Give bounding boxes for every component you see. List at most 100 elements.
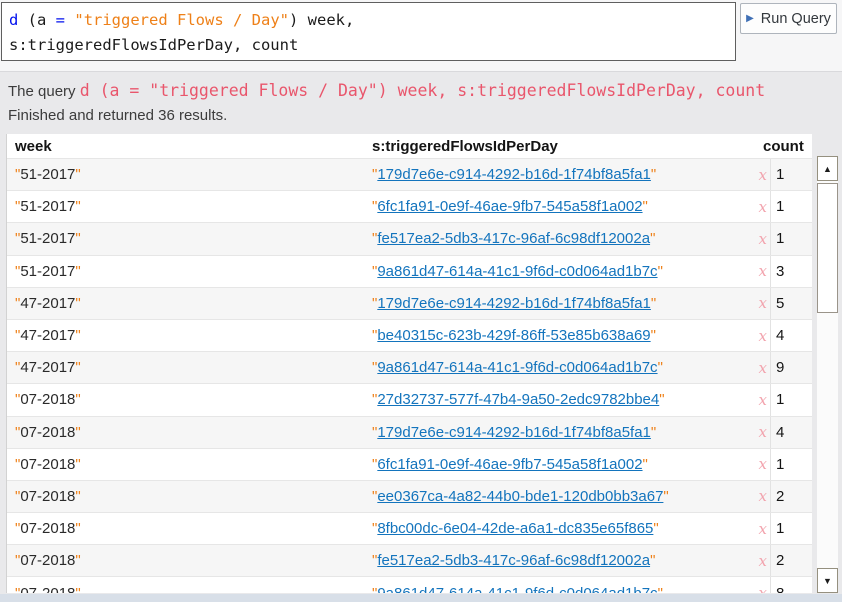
flow-id-cell: "27d32737-577f-47b4-9a50-2edc9782bbe4" — [370, 391, 745, 408]
count-value: 1 — [770, 159, 784, 190]
scroll-down-button[interactable]: ▼ — [817, 568, 838, 593]
table-row: "07-2018" "fe517ea2-5db3-417c-96af-6c98d… — [7, 544, 812, 576]
quote-mark: " — [658, 585, 663, 593]
numeric-type-x-icon: x — [745, 320, 767, 351]
week-cell: "07-2018" — [7, 520, 370, 537]
count-value: 1 — [770, 449, 784, 480]
numeric-type-x-icon: x — [745, 288, 767, 319]
week-cell: "51-2017" — [7, 166, 370, 183]
count-cell: x1 — [745, 384, 812, 415]
count-value: 1 — [770, 223, 784, 254]
scroll-up-button[interactable]: ▲ — [817, 156, 838, 181]
quote-mark: " — [651, 424, 656, 441]
numeric-type-x-icon: x — [745, 352, 767, 383]
week-value: 47-2017 — [20, 295, 75, 312]
status-result-line: Finished and returned 36 results. — [8, 104, 842, 128]
table-row: "51-2017" "fe517ea2-5db3-417c-96af-6c98d… — [7, 222, 812, 254]
table-row: "07-2018" "179d7e6e-c914-4292-b16d-1f74b… — [7, 416, 812, 448]
count-cell: x4 — [745, 320, 812, 351]
table-row: "07-2018" "6fc1fa91-0e9f-46ae-9fb7-545a5… — [7, 448, 812, 480]
count-cell: x3 — [745, 256, 812, 287]
flow-id-cell: "179d7e6e-c914-4292-b16d-1f74bf8a5fa1" — [370, 166, 745, 183]
table-header-row: week s:triggeredFlowsIdPerDay count — [7, 134, 812, 158]
week-cell: "07-2018" — [7, 456, 370, 473]
week-cell: "51-2017" — [7, 198, 370, 215]
count-value: 4 — [770, 320, 784, 351]
query-editor[interactable]: d (a = "triggered Flows / Day") week, s:… — [1, 2, 736, 61]
flow-id-link[interactable]: 27d32737-577f-47b4-9a50-2edc9782bbe4 — [377, 391, 659, 408]
flow-id-link[interactable]: 179d7e6e-c914-4292-b16d-1f74bf8a5fa1 — [377, 295, 651, 312]
quote-mark: " — [75, 166, 80, 183]
flow-id-link[interactable]: be40315c-623b-429f-86ff-53e85b638a69 — [377, 327, 650, 344]
flow-id-cell: "9a861d47-614a-41c1-9f6d-c0d064ad1b7c" — [370, 359, 745, 376]
quote-mark: " — [651, 166, 656, 183]
quote-mark: " — [75, 327, 80, 344]
week-cell: "07-2018" — [7, 488, 370, 505]
week-cell: "47-2017" — [7, 327, 370, 344]
quote-mark: " — [75, 520, 80, 537]
flow-id-link[interactable]: 179d7e6e-c914-4292-b16d-1f74bf8a5fa1 — [377, 424, 651, 441]
numeric-type-x-icon: x — [745, 513, 767, 544]
week-value: 07-2018 — [20, 424, 75, 441]
flow-id-link[interactable]: 9a861d47-614a-41c1-9f6d-c0d064ad1b7c — [377, 585, 657, 593]
flow-id-link[interactable]: 6fc1fa91-0e9f-46ae-9fb7-545a58f1a002 — [377, 456, 642, 473]
count-cell: x8 — [745, 577, 812, 593]
table-row: "07-2018" "9a861d47-614a-41c1-9f6d-c0d06… — [7, 576, 812, 593]
flow-id-cell: "be40315c-623b-429f-86ff-53e85b638a69" — [370, 327, 745, 344]
count-value: 8 — [770, 577, 784, 593]
week-cell: "07-2018" — [7, 391, 370, 408]
quote-mark: " — [75, 230, 80, 247]
numeric-type-x-icon: x — [745, 545, 767, 576]
vertical-scrollbar[interactable]: ▲ ▼ — [817, 156, 838, 593]
quote-mark: " — [663, 488, 668, 505]
flow-id-cell: "6fc1fa91-0e9f-46ae-9fb7-545a58f1a002" — [370, 198, 745, 215]
week-value: 07-2018 — [20, 391, 75, 408]
count-value: 2 — [770, 545, 784, 576]
count-cell: x1 — [745, 513, 812, 544]
quote-mark: " — [75, 552, 80, 569]
week-value: 51-2017 — [20, 263, 75, 280]
column-header-flow-id: s:triggeredFlowsIdPerDay — [370, 138, 745, 155]
flow-id-link[interactable]: fe517ea2-5db3-417c-96af-6c98df12002a — [377, 552, 650, 569]
flow-id-link[interactable]: fe517ea2-5db3-417c-96af-6c98df12002a — [377, 230, 650, 247]
quote-mark: " — [651, 295, 656, 312]
count-cell: x9 — [745, 352, 812, 383]
numeric-type-x-icon: x — [745, 159, 767, 190]
run-query-button[interactable]: ▶ Run Query — [740, 3, 837, 34]
week-value: 51-2017 — [20, 166, 75, 183]
count-cell: x4 — [745, 417, 812, 448]
table-row: "51-2017" "9a861d47-614a-41c1-9f6d-c0d06… — [7, 255, 812, 287]
flow-id-cell: "9a861d47-614a-41c1-9f6d-c0d064ad1b7c" — [370, 263, 745, 280]
count-value: 5 — [770, 288, 784, 319]
count-cell: x2 — [745, 545, 812, 576]
flow-id-cell: "6fc1fa91-0e9f-46ae-9fb7-545a58f1a002" — [370, 456, 745, 473]
week-value: 07-2018 — [20, 520, 75, 537]
flow-id-link[interactable]: ee0367ca-4a82-44b0-bde1-120db0bb3a67 — [377, 488, 663, 505]
flow-id-link[interactable]: 179d7e6e-c914-4292-b16d-1f74bf8a5fa1 — [377, 166, 651, 183]
count-value: 9 — [770, 352, 784, 383]
flow-id-link[interactable]: 9a861d47-614a-41c1-9f6d-c0d064ad1b7c — [377, 359, 657, 376]
numeric-type-x-icon: x — [745, 256, 767, 287]
table-row: "51-2017" "6fc1fa91-0e9f-46ae-9fb7-545a5… — [7, 190, 812, 222]
flow-id-link[interactable]: 8fbc00dc-6e04-42de-a6a1-dc835e65f865 — [377, 520, 653, 537]
status-line-query: The query d (a = "triggered Flows / Day"… — [8, 79, 842, 104]
count-cell: x1 — [745, 191, 812, 222]
table-row: "47-2017" "be40315c-623b-429f-86ff-53e85… — [7, 319, 812, 351]
quote-mark: " — [650, 230, 655, 247]
flow-id-link[interactable]: 6fc1fa91-0e9f-46ae-9fb7-545a58f1a002 — [377, 198, 642, 215]
quote-mark: " — [75, 263, 80, 280]
scrollbar-thumb[interactable] — [817, 183, 838, 313]
table-row: "07-2018" "ee0367ca-4a82-44b0-bde1-120db… — [7, 480, 812, 512]
query-line-1: d (a = "triggered Flows / Day") week, — [9, 8, 728, 33]
quote-mark: " — [75, 295, 80, 312]
week-value: 07-2018 — [20, 456, 75, 473]
quote-mark: " — [651, 327, 656, 344]
numeric-type-x-icon: x — [745, 449, 767, 480]
table-row: "47-2017" "9a861d47-614a-41c1-9f6d-c0d06… — [7, 351, 812, 383]
quote-mark: " — [650, 552, 655, 569]
status-query-echo: d (a = "triggered Flows / Day") week, s:… — [80, 81, 765, 100]
quote-mark: " — [75, 198, 80, 215]
table-row: "47-2017" "179d7e6e-c914-4292-b16d-1f74b… — [7, 287, 812, 319]
flow-id-link[interactable]: 9a861d47-614a-41c1-9f6d-c0d064ad1b7c — [377, 263, 657, 280]
count-cell: x1 — [745, 223, 812, 254]
